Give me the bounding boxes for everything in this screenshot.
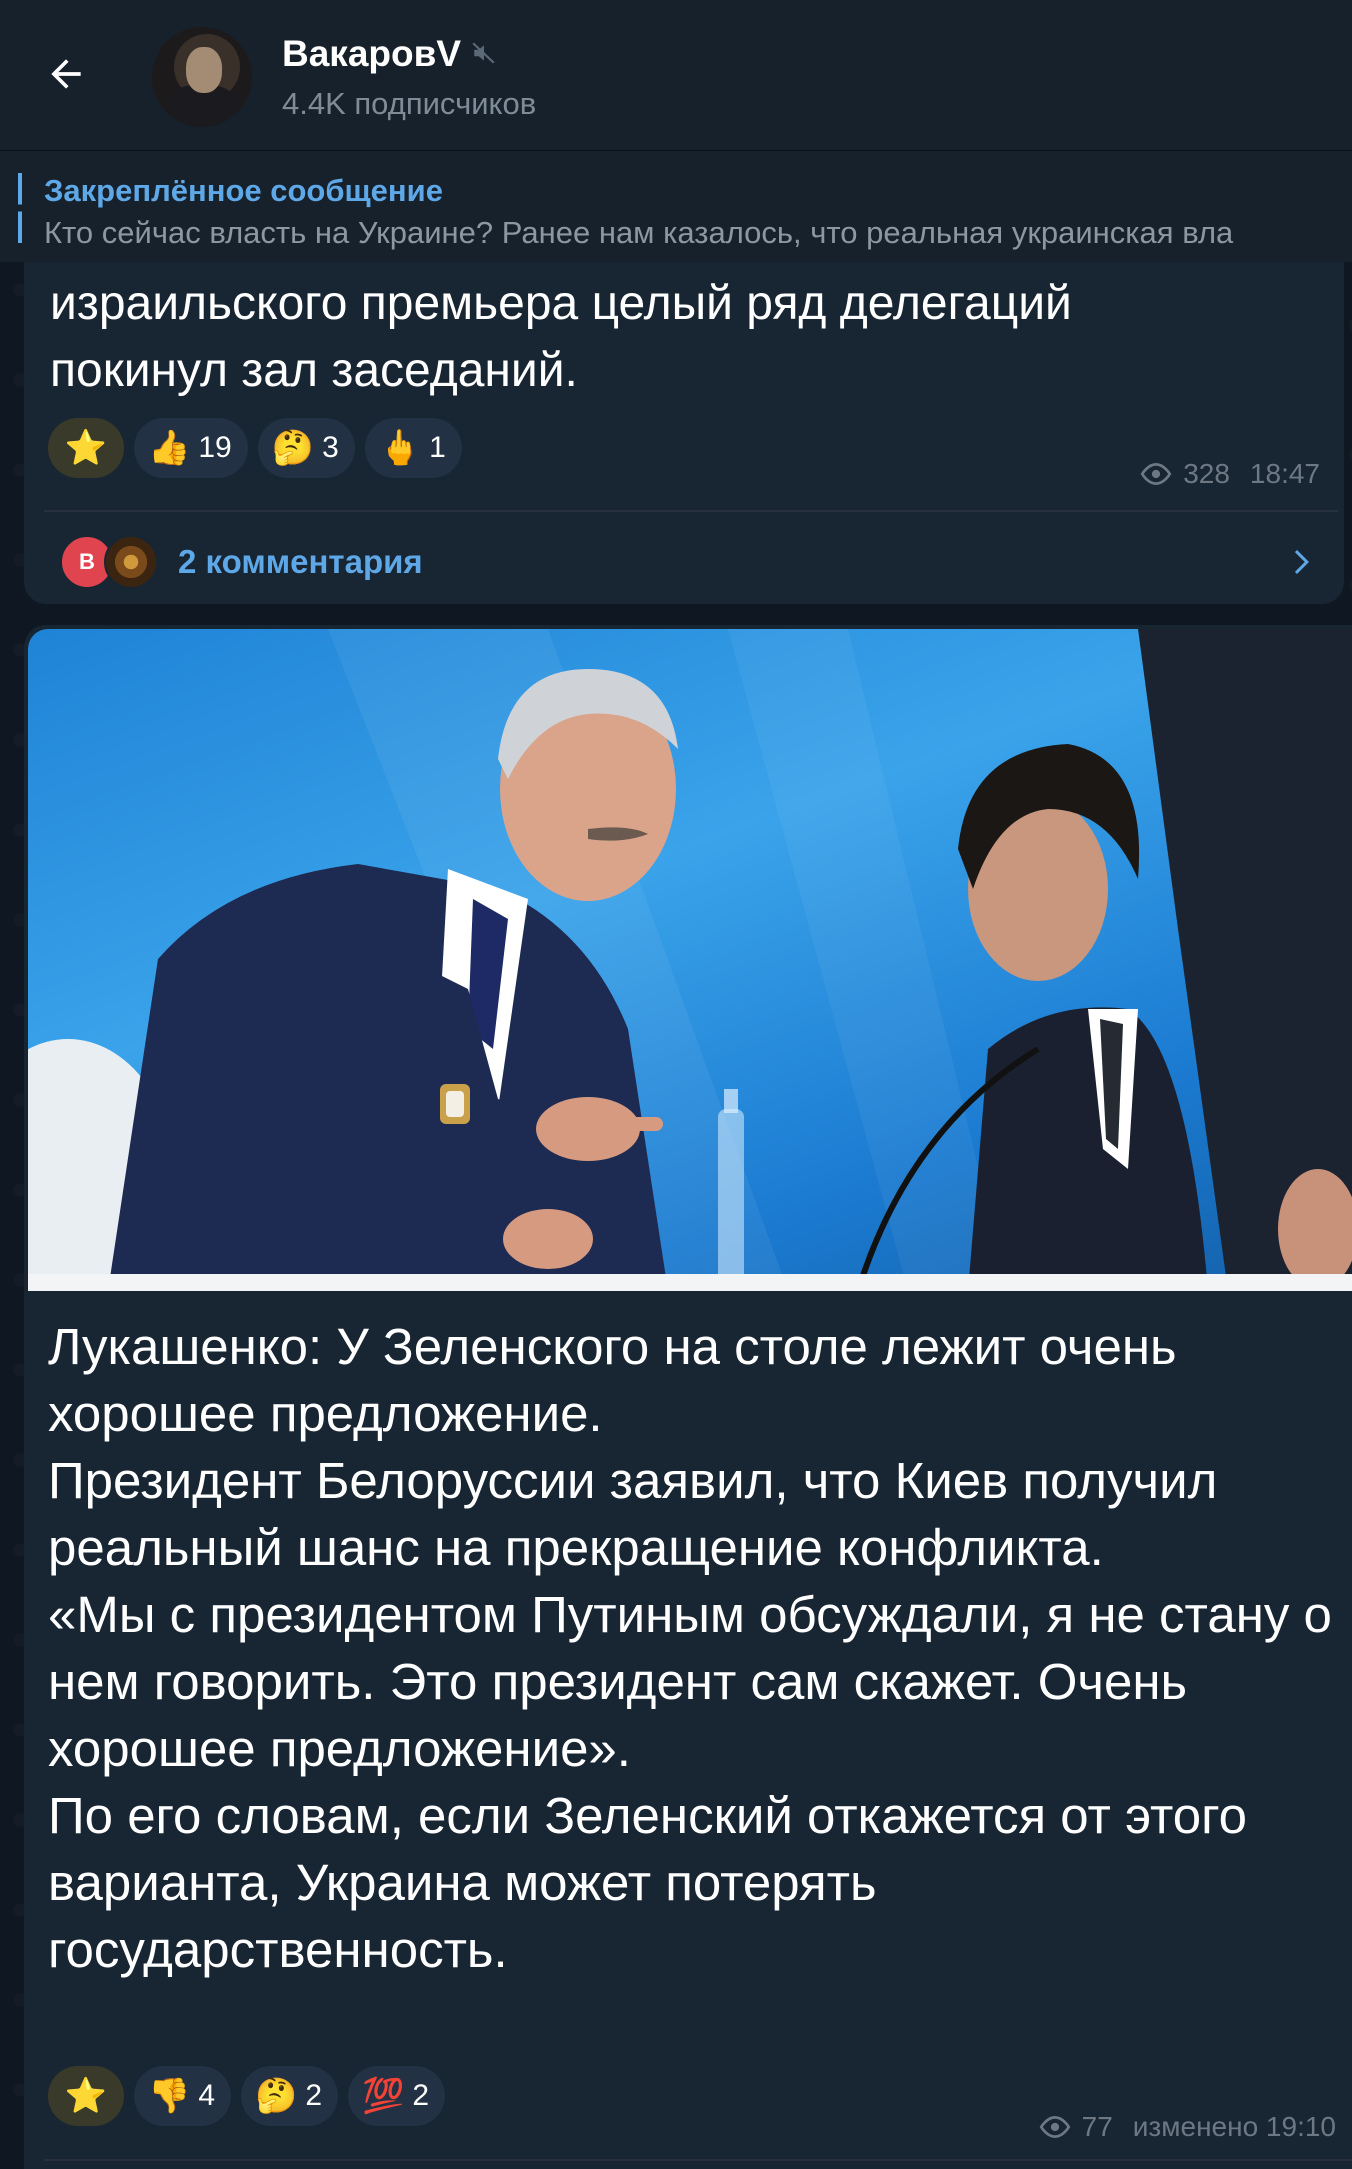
message-paragraph: Лукашенко: У Зеленского на столе лежит о… bbox=[48, 1318, 1177, 1442]
subscriber-count: 4.4K подписчиков bbox=[282, 86, 537, 121]
divider bbox=[44, 2159, 1352, 2161]
commenter-avatar bbox=[104, 535, 158, 589]
message-photo[interactable] bbox=[28, 629, 1352, 1291]
reaction-count: 1 bbox=[429, 431, 446, 464]
message-text: Лукашенко: У Зеленского на столе лежит о… bbox=[48, 1313, 1348, 1983]
edited-time: изменено 19:10 bbox=[1132, 2111, 1336, 2142]
message-bubble: израильского премьера целый ряд делегаци… bbox=[24, 262, 1344, 604]
reaction-count: 2 bbox=[412, 2079, 430, 2112]
reaction-thinking[interactable]: 🤔 2 bbox=[241, 2066, 339, 2126]
message-paragraph: «Мы с президентом Путиным обсуждали, я н… bbox=[48, 1586, 1332, 1777]
back-button[interactable] bbox=[40, 48, 92, 100]
reaction-count: 2 bbox=[305, 2079, 323, 2112]
reaction-thumbs-up[interactable]: 👍 19 bbox=[134, 418, 248, 478]
pinned-indicator bbox=[18, 173, 22, 243]
view-count: 77 bbox=[1081, 2111, 1113, 2142]
chevron-right-icon bbox=[1294, 550, 1309, 574]
middle-finger-icon: 🖕 bbox=[378, 429, 422, 467]
divider bbox=[44, 510, 1338, 512]
message-text-line: израильского премьера целый ряд делегаци… bbox=[50, 277, 1072, 330]
thinking-face-icon: 🤔 bbox=[255, 2077, 298, 2115]
message-paragraph: По его словам, если Зеленский откажется … bbox=[48, 1787, 1247, 1978]
channel-title[interactable]: ВакаровV bbox=[282, 33, 499, 75]
reaction-count: 4 bbox=[198, 2079, 216, 2112]
message-text-line: покинул зал заседаний. bbox=[50, 344, 578, 397]
message-time: 18:47 bbox=[1249, 458, 1320, 489]
back-arrow-icon bbox=[51, 59, 81, 89]
thumbs-down-icon: 👎 bbox=[148, 2077, 191, 2115]
reactions-row: ⭐ 👍 19 🤔 3 🖕 1 bbox=[48, 418, 462, 478]
star-icon: ⭐ bbox=[64, 2077, 108, 2115]
view-count: 328 bbox=[1183, 458, 1230, 489]
reaction-thinking[interactable]: 🤔 3 bbox=[257, 418, 355, 478]
mute-icon bbox=[471, 40, 499, 68]
hundred-points-icon: 💯 bbox=[362, 2077, 405, 2115]
eye-icon bbox=[1039, 2116, 1070, 2138]
pinned-preview-text: Кто сейчас власть на Украине? Ранее нам … bbox=[44, 215, 1234, 250]
pinned-message-bar[interactable]: Закреплённое сообщение Кто сейчас власть… bbox=[0, 150, 1352, 262]
message-bubble: Лукашенко: У Зеленского на столе лежит о… bbox=[24, 625, 1352, 2169]
star-icon: ⭐ bbox=[64, 429, 108, 467]
reactions-row: ⭐ 👎 4 🤔 2 💯 2 bbox=[48, 2066, 446, 2126]
channel-name-text: ВакаровV bbox=[282, 33, 462, 74]
channel-header: ВакаровV 4.4K подписчиков bbox=[0, 0, 1352, 150]
channel-avatar[interactable] bbox=[152, 27, 252, 127]
reaction-hundred[interactable]: 💯 2 bbox=[348, 2066, 446, 2126]
comments-link[interactable]: В 2 комментария bbox=[24, 522, 1344, 602]
photo-illustration bbox=[28, 629, 1352, 1291]
reaction-count: 3 bbox=[322, 431, 339, 464]
comments-label: 2 комментария bbox=[178, 543, 423, 580]
thumbs-up-icon: 👍 bbox=[148, 429, 191, 467]
reaction-count: 19 bbox=[198, 431, 232, 464]
thinking-face-icon: 🤔 bbox=[271, 429, 315, 467]
pinned-title: Закреплённое сообщение bbox=[44, 173, 443, 208]
reaction-middle-finger[interactable]: 🖕 1 bbox=[364, 418, 462, 478]
message-paragraph: Президент Белоруссии заявил, что Киев по… bbox=[48, 1452, 1218, 1576]
message-meta: 328 18:47 bbox=[1139, 458, 1320, 490]
eye-icon bbox=[1140, 463, 1172, 485]
reaction-thumbs-down[interactable]: 👎 4 bbox=[134, 2066, 232, 2126]
reaction-star[interactable]: ⭐ bbox=[48, 418, 124, 478]
message-meta: 77 изменено 19:10 bbox=[1038, 2111, 1336, 2143]
reaction-star[interactable]: ⭐ bbox=[48, 2066, 124, 2126]
message-text: израильского премьера целый ряд делегаци… bbox=[50, 270, 1320, 404]
